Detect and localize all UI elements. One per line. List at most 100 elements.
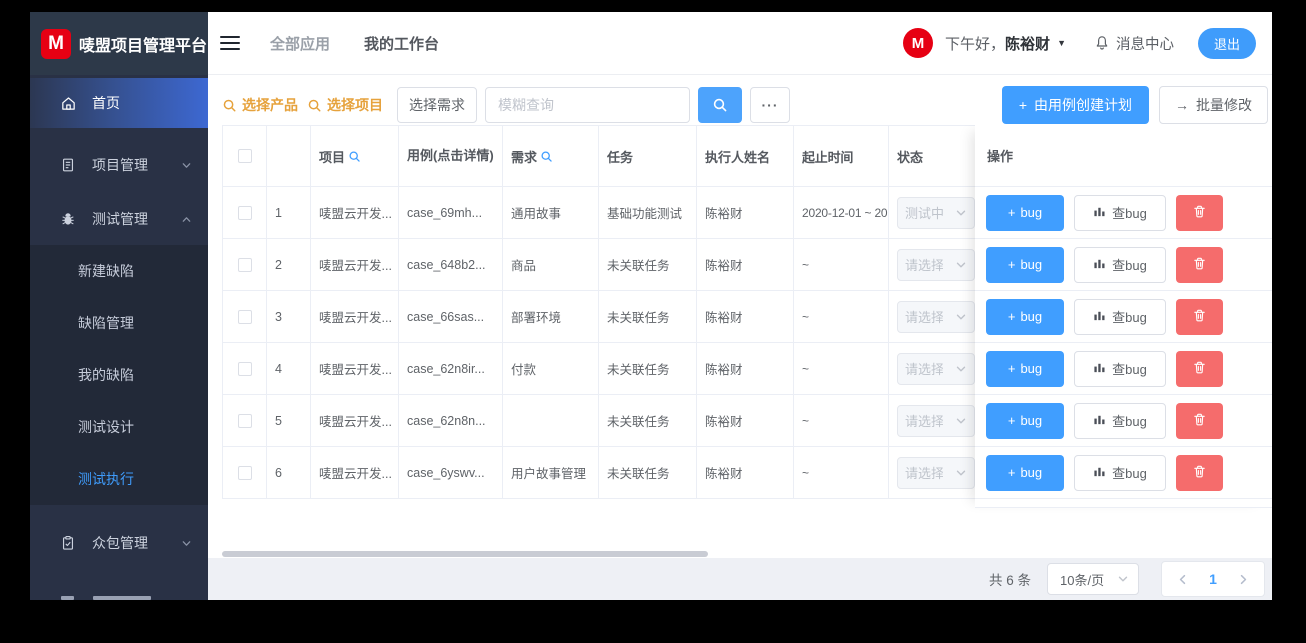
cell-case[interactable]: case_62n8n...	[399, 395, 503, 446]
cell-task: 未关联任务	[599, 291, 697, 342]
row-checkbox[interactable]	[237, 413, 252, 428]
add-bug-button[interactable]: + bug	[986, 454, 1064, 491]
plus-icon: +	[1007, 465, 1016, 480]
ops-row: + bug 查bug	[975, 447, 1272, 499]
delete-button[interactable]	[1176, 298, 1223, 335]
sidebar-item-my-defects[interactable]: 我的缺陷	[30, 349, 208, 401]
row-checkbox[interactable]	[237, 361, 252, 376]
add-bug-button[interactable]: + bug	[986, 350, 1064, 387]
sidebar-item-test-execution[interactable]: 测试执行	[30, 453, 208, 505]
sidebar-item-test-design[interactable]: 测试设计	[30, 401, 208, 453]
cell-period: ~	[794, 239, 889, 290]
message-center[interactable]: 消息中心	[1094, 33, 1174, 54]
logout-button[interactable]: 退出	[1197, 27, 1256, 59]
next-page-button[interactable]	[1237, 573, 1250, 586]
select-requirement-button[interactable]: 选择需求	[397, 87, 477, 123]
cell-case[interactable]: case_66sas...	[399, 291, 503, 342]
view-bug-button[interactable]: 查bug	[1074, 350, 1166, 387]
plus-icon: +	[1018, 97, 1027, 113]
sidebar-item-home[interactable]: 首页	[30, 78, 208, 128]
search-icon	[713, 98, 727, 112]
status-select[interactable]: 请选择	[897, 300, 975, 333]
add-bug-button[interactable]: + bug	[986, 246, 1064, 283]
horizontal-scrollbar[interactable]	[222, 551, 708, 557]
user-caret-icon[interactable]: ▼	[1057, 38, 1066, 48]
ops-row: + bug 查bug	[975, 239, 1272, 291]
view-bug-label: 查bug	[1112, 362, 1147, 377]
add-bug-label: bug	[1020, 361, 1043, 376]
prev-page-button[interactable]	[1176, 573, 1189, 586]
status-select[interactable]: 请选择	[897, 248, 975, 281]
create-plan-label: 由用例创建计划	[1034, 97, 1132, 113]
requirement-search-icon[interactable]	[540, 150, 553, 163]
cell-index: 1	[267, 187, 311, 238]
view-bug-button[interactable]: 查bug	[1074, 246, 1166, 283]
select-project-link[interactable]: 选择项目	[307, 95, 383, 115]
menu-toggle-icon[interactable]	[220, 35, 240, 51]
delete-button[interactable]	[1176, 402, 1223, 439]
cell-executor: 陈裕财	[697, 395, 794, 446]
tab-all-apps[interactable]: 全部应用	[270, 33, 330, 54]
cell-requirement	[503, 395, 599, 446]
create-plan-button[interactable]: + 由用例创建计划	[1001, 86, 1149, 124]
cell-project: 唛盟云开发...	[311, 187, 399, 238]
message-center-label: 消息中心	[1115, 36, 1174, 53]
row-checkbox[interactable]	[237, 465, 252, 480]
test-plan-table: 项目 用例(点击详情) 需求 任务 执行人姓名 起止时间 状态 1 唛盟云开发.…	[222, 125, 1272, 558]
cell-case[interactable]: case_62n8ir...	[399, 343, 503, 394]
delete-button[interactable]	[1176, 246, 1223, 283]
user-menu[interactable]: 下午好，陈裕财	[945, 33, 1050, 54]
sidebar-item-projects[interactable]: 项目管理	[30, 139, 208, 191]
cell-period: ~	[794, 395, 889, 446]
chevron-down-icon	[182, 162, 191, 168]
status-select[interactable]: 请选择	[897, 456, 975, 489]
current-page[interactable]: 1	[1209, 571, 1217, 587]
view-bug-button[interactable]: 查bug	[1074, 454, 1166, 491]
sidebar-item-testing[interactable]: 测试管理	[30, 193, 208, 245]
tab-my-workbench[interactable]: 我的工作台	[364, 33, 439, 54]
delete-button[interactable]	[1176, 194, 1223, 231]
status-select[interactable]: 请选择	[897, 352, 975, 385]
status-value: 测试中	[905, 206, 943, 221]
fuzzy-search-input[interactable]	[485, 87, 690, 123]
view-bug-button[interactable]: 查bug	[1074, 298, 1166, 335]
sidebar-item-new-defect[interactable]: 新建缺陷	[30, 245, 208, 297]
sidebar-item-defect-management[interactable]: 缺陷管理	[30, 297, 208, 349]
testing-submenu: 新建缺陷 缺陷管理 我的缺陷 测试设计 测试执行	[30, 245, 208, 505]
sidebar-item-label: 项目管理	[92, 157, 148, 173]
cell-case[interactable]: case_648b2...	[399, 239, 503, 290]
add-bug-button[interactable]: + bug	[986, 402, 1064, 439]
status-select[interactable]: 测试中	[897, 196, 975, 229]
page-size-select[interactable]: 10条/页	[1047, 563, 1139, 595]
row-checkbox[interactable]	[237, 205, 252, 220]
view-bug-button[interactable]: 查bug	[1074, 402, 1166, 439]
more-filters-button[interactable]: ···	[750, 87, 790, 123]
greeting-text: 下午好，	[945, 35, 1006, 53]
cell-case[interactable]: case_6yswv...	[399, 447, 503, 498]
user-avatar[interactable]: M	[903, 28, 934, 58]
cell-requirement: 通用故事	[503, 187, 599, 238]
plus-icon: +	[1007, 205, 1016, 220]
select-all-checkbox[interactable]	[237, 149, 252, 163]
cell-project: 唛盟云开发...	[311, 239, 399, 290]
toolbar-actions: + 由用例创建计划 → 批量修改	[1001, 86, 1268, 124]
cell-index: 5	[267, 395, 311, 446]
cell-executor: 陈裕财	[697, 239, 794, 290]
project-search-icon[interactable]	[348, 150, 361, 163]
sidebar-item-crowdsourcing[interactable]: 众包管理	[30, 517, 208, 569]
status-select[interactable]: 请选择	[897, 404, 975, 437]
cell-case[interactable]: case_69mh...	[399, 187, 503, 238]
cell-executor: 陈裕财	[697, 343, 794, 394]
add-bug-button[interactable]: + bug	[986, 298, 1064, 335]
select-product-link[interactable]: 选择产品	[222, 95, 298, 115]
delete-button[interactable]	[1176, 350, 1223, 387]
sidebar-item-label: 首页	[92, 95, 120, 111]
search-button[interactable]	[698, 87, 742, 123]
view-bug-button[interactable]: 查bug	[1074, 194, 1166, 231]
row-checkbox[interactable]	[237, 257, 252, 272]
add-bug-button[interactable]: + bug	[986, 194, 1064, 231]
batch-edit-button[interactable]: → 批量修改	[1159, 86, 1268, 124]
row-checkbox[interactable]	[237, 309, 252, 324]
view-bug-label: 查bug	[1112, 310, 1147, 325]
delete-button[interactable]	[1176, 454, 1223, 491]
